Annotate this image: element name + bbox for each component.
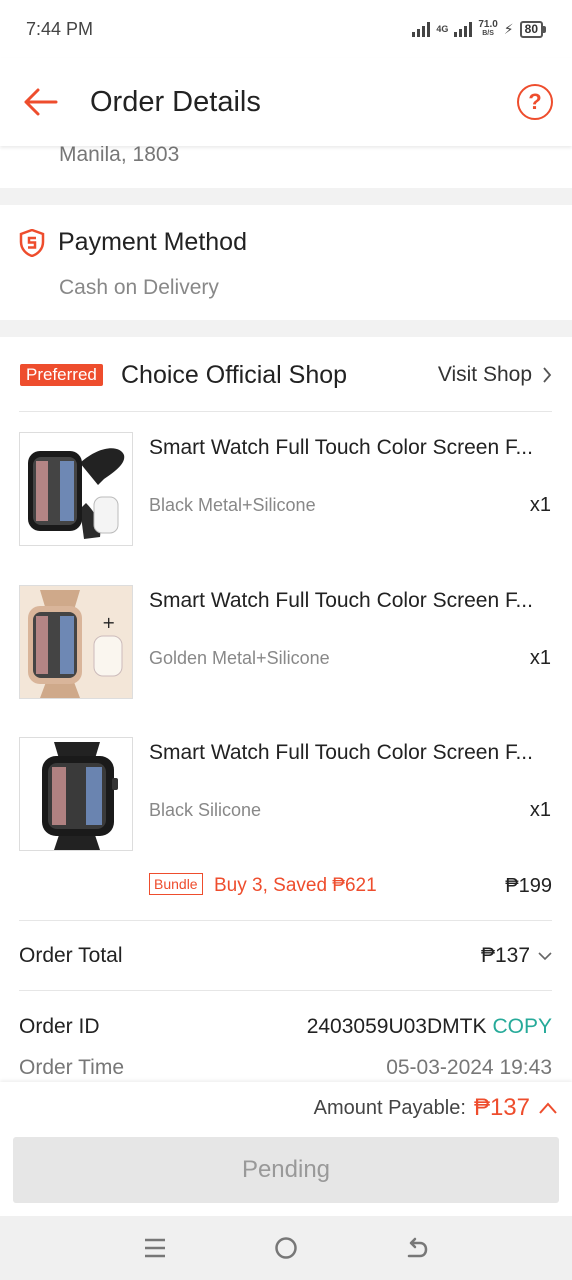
item-name: Smart Watch Full Touch Color Screen F...	[149, 741, 533, 764]
shield-icon	[19, 229, 45, 257]
divider	[19, 920, 552, 921]
bundle-badge: Bundle	[149, 873, 203, 895]
home-circle-icon	[275, 1237, 297, 1259]
order-id-label: Order ID	[19, 1015, 100, 1038]
copy-button[interactable]: COPY	[492, 1015, 552, 1039]
divider	[19, 411, 552, 412]
order-id-value-group: 2403059U03DMTK COPY	[307, 1015, 552, 1039]
shop-name: Choice Official Shop	[121, 361, 348, 389]
smartwatch-image	[20, 738, 132, 850]
item-quantity: x1	[529, 647, 551, 669]
shop-header: Preferred Choice Official Shop Visit Sho…	[0, 337, 572, 412]
payment-method-value: Cash on Delivery	[59, 276, 219, 299]
back-arrow-icon	[407, 1237, 427, 1258]
order-time-row: Order Time 05-03-2024 19:43	[0, 1055, 572, 1085]
signal-icon	[412, 21, 431, 37]
product-thumbnail	[19, 737, 133, 851]
preferred-badge: Preferred	[20, 364, 103, 386]
payment-method-section: Payment Method Cash on Delivery	[0, 205, 572, 320]
order-total-label: Order Total	[19, 944, 123, 967]
chevron-right-icon	[543, 367, 552, 383]
order-item[interactable]: + Smart Watch Full Touch Color Screen F.…	[0, 432, 572, 572]
menu-nav-button[interactable]	[135, 1228, 175, 1268]
order-item[interactable]: Smart Watch Full Touch Color Screen F...…	[0, 737, 572, 877]
order-total-row[interactable]: Order Total ₱137	[0, 942, 572, 972]
status-bar: 7:44 PM 4G 71.0 B/S ⚡ 80	[0, 0, 572, 58]
order-total-value-group: ₱137	[481, 944, 552, 968]
chevron-down-icon	[538, 952, 552, 961]
back-button[interactable]	[0, 58, 80, 146]
status-icons: 4G 71.0 B/S ⚡ 80	[412, 20, 546, 38]
address-text: Manila, 1803	[59, 143, 180, 166]
charging-icon: ⚡	[503, 20, 514, 37]
amount-payable-label: Amount Payable:	[313, 1096, 466, 1119]
product-thumbnail: +	[19, 432, 133, 546]
item-variant: Golden Metal+Silicone	[149, 648, 330, 668]
network-type: 4G	[436, 23, 449, 34]
order-time-label: Order Time	[19, 1056, 125, 1079]
payment-method-title: Payment Method	[58, 228, 247, 256]
order-id-row: Order ID 2403059U03DMTK COPY	[0, 1013, 572, 1043]
order-time-value: 05-03-2024 19:43	[386, 1056, 552, 1079]
visit-shop-link[interactable]: Visit Shop	[438, 363, 552, 387]
item-name: Smart Watch Full Touch Color Screen F...	[149, 589, 533, 612]
svg-text:+: +	[102, 613, 115, 632]
arrow-left-icon	[24, 88, 58, 116]
item-name: Smart Watch Full Touch Color Screen F...	[149, 436, 533, 459]
back-nav-button[interactable]	[397, 1228, 437, 1268]
address-section: Manila, 1803	[0, 143, 572, 188]
bundle-price: ₱199	[505, 875, 552, 897]
chevron-up-icon	[539, 1102, 557, 1114]
battery-level: 80	[519, 20, 543, 38]
amount-payable-value: ₱137	[473, 1094, 530, 1121]
help-button[interactable]: ?	[517, 84, 553, 120]
item-variant: Black Silicone	[149, 800, 262, 820]
battery-icon: 80	[519, 20, 546, 38]
bottom-action-bar: Amount Payable: ₱137 Pending	[0, 1082, 572, 1216]
smartwatch-image: +	[20, 433, 132, 545]
bundle-savings: Buy 3, Saved ₱621	[214, 875, 377, 896]
order-item[interactable]: + Smart Watch Full Touch Color Screen F.…	[0, 585, 572, 725]
order-id-value: 2403059U03DMTK	[306, 1015, 487, 1038]
smartwatch-image: +	[20, 586, 132, 698]
svg-text:+: +	[102, 460, 115, 479]
menu-icon	[145, 1238, 166, 1258]
visit-shop-label: Visit Shop	[437, 363, 532, 386]
app-header: Order Details ?	[0, 58, 572, 146]
system-nav-bar	[0, 1216, 572, 1280]
amount-payable[interactable]: Amount Payable: ₱137	[314, 1094, 558, 1122]
status-time: 7:44 PM	[26, 18, 94, 39]
home-nav-button[interactable]	[266, 1228, 306, 1268]
signal-icon-2	[454, 21, 473, 37]
pending-button[interactable]: Pending	[13, 1137, 559, 1203]
page-title: Order Details	[90, 85, 261, 118]
shop-section: Preferred Choice Official Shop Visit Sho…	[0, 337, 572, 1082]
bundle-row: Bundle Buy 3, Saved ₱621 ₱199	[0, 873, 572, 903]
order-total-value: ₱137	[480, 944, 530, 967]
data-speed: 71.0 B/S	[478, 19, 498, 38]
product-thumbnail: +	[19, 585, 133, 699]
item-quantity: x1	[529, 799, 551, 821]
divider	[19, 990, 552, 991]
item-variant: Black Metal+Silicone	[149, 495, 316, 515]
item-quantity: x1	[529, 494, 551, 516]
